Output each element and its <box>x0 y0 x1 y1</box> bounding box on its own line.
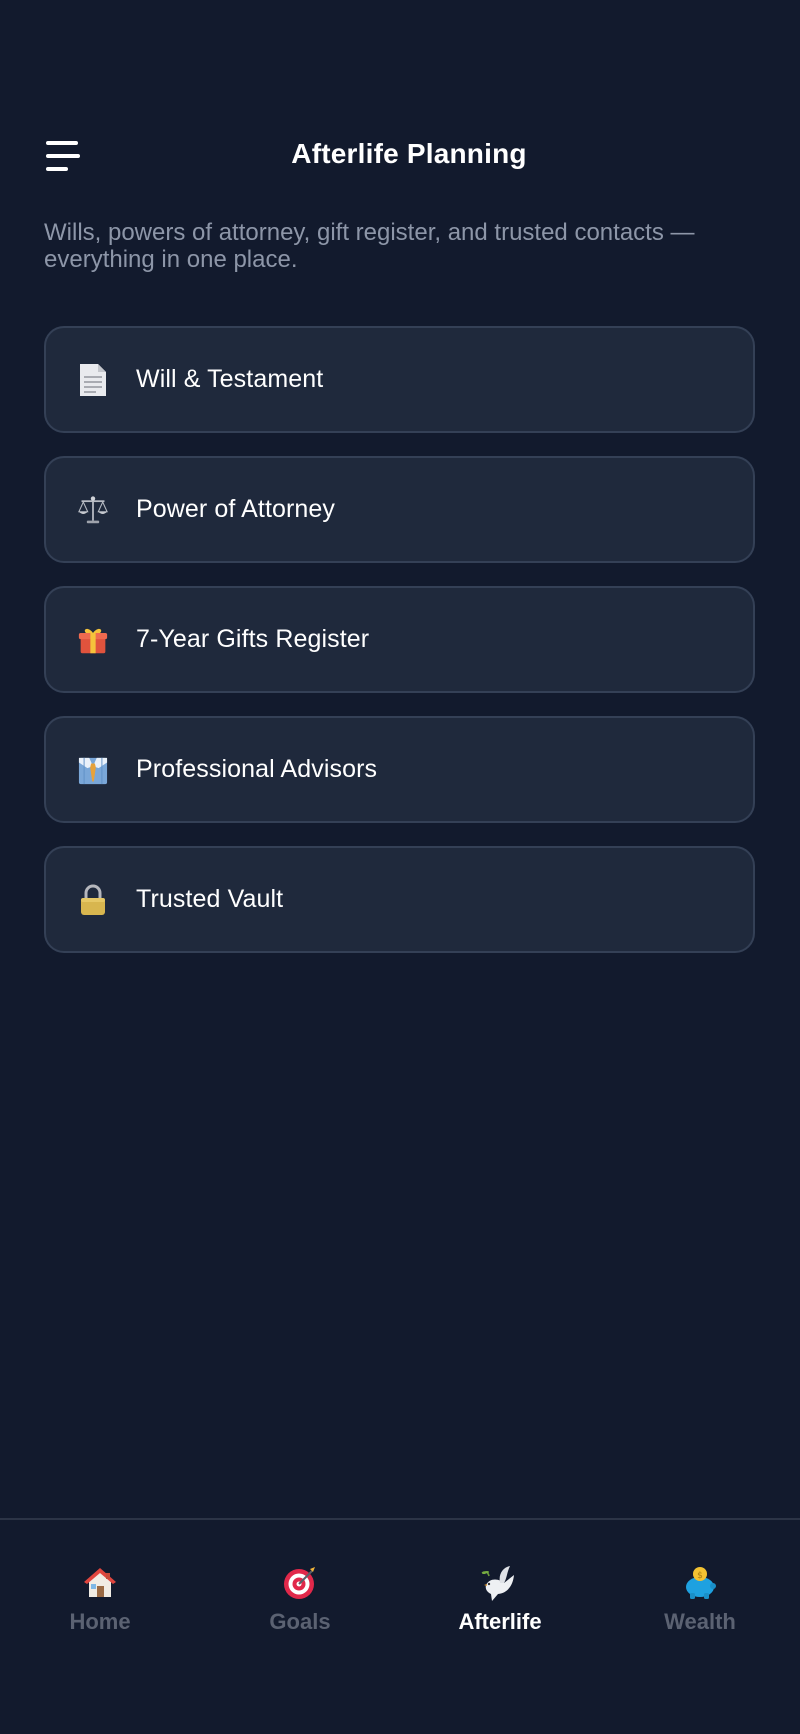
nav-label: Wealth <box>664 1609 736 1634</box>
nav-label: Goals <box>269 1609 331 1634</box>
house-icon <box>0 1565 200 1601</box>
trusted-vault-card[interactable]: Trusted Vault <box>44 846 755 953</box>
power-of-attorney-card[interactable]: Power of Attorney <box>44 456 755 563</box>
nav-wealth[interactable]: $ Wealth <box>600 1565 800 1635</box>
nav-label: Home <box>69 1609 131 1634</box>
card-label: 7-Year Gifts Register <box>136 625 370 653</box>
card-label: Power of Attorney <box>136 495 336 523</box>
nav-goals[interactable]: Goals <box>200 1565 400 1635</box>
piggy-bank-icon: $ <box>600 1565 800 1601</box>
bottom-nav: Home Goals Afterlife $ Wealth <box>0 1518 800 1734</box>
target-icon <box>200 1565 400 1601</box>
will-testament-card[interactable]: Will & Testament <box>44 326 755 433</box>
section-list: Will & Testament Power of Attorney 7-Yea… <box>44 326 755 976</box>
page-title: Afterlife Planning <box>291 138 527 169</box>
lock-icon <box>78 883 108 917</box>
scales-icon <box>78 493 108 527</box>
document-icon <box>78 363 108 397</box>
suit-tie-icon <box>78 753 108 787</box>
gift-icon <box>78 623 108 657</box>
dove-icon <box>400 1565 600 1601</box>
nav-label: Afterlife <box>458 1609 542 1634</box>
page-subtitle: Wills, powers of attorney, gift register… <box>44 219 695 273</box>
header: Afterlife Planning <box>0 118 800 188</box>
card-label: Trusted Vault <box>136 885 284 913</box>
svg-text:$: $ <box>697 1571 703 1581</box>
nav-home[interactable]: Home <box>0 1565 200 1635</box>
professional-advisors-card[interactable]: Professional Advisors <box>44 716 755 823</box>
card-label: Professional Advisors <box>136 755 378 783</box>
nav-afterlife[interactable]: Afterlife <box>400 1565 600 1635</box>
gifts-register-card[interactable]: 7-Year Gifts Register <box>44 586 755 693</box>
card-label: Will & Testament <box>136 365 324 393</box>
